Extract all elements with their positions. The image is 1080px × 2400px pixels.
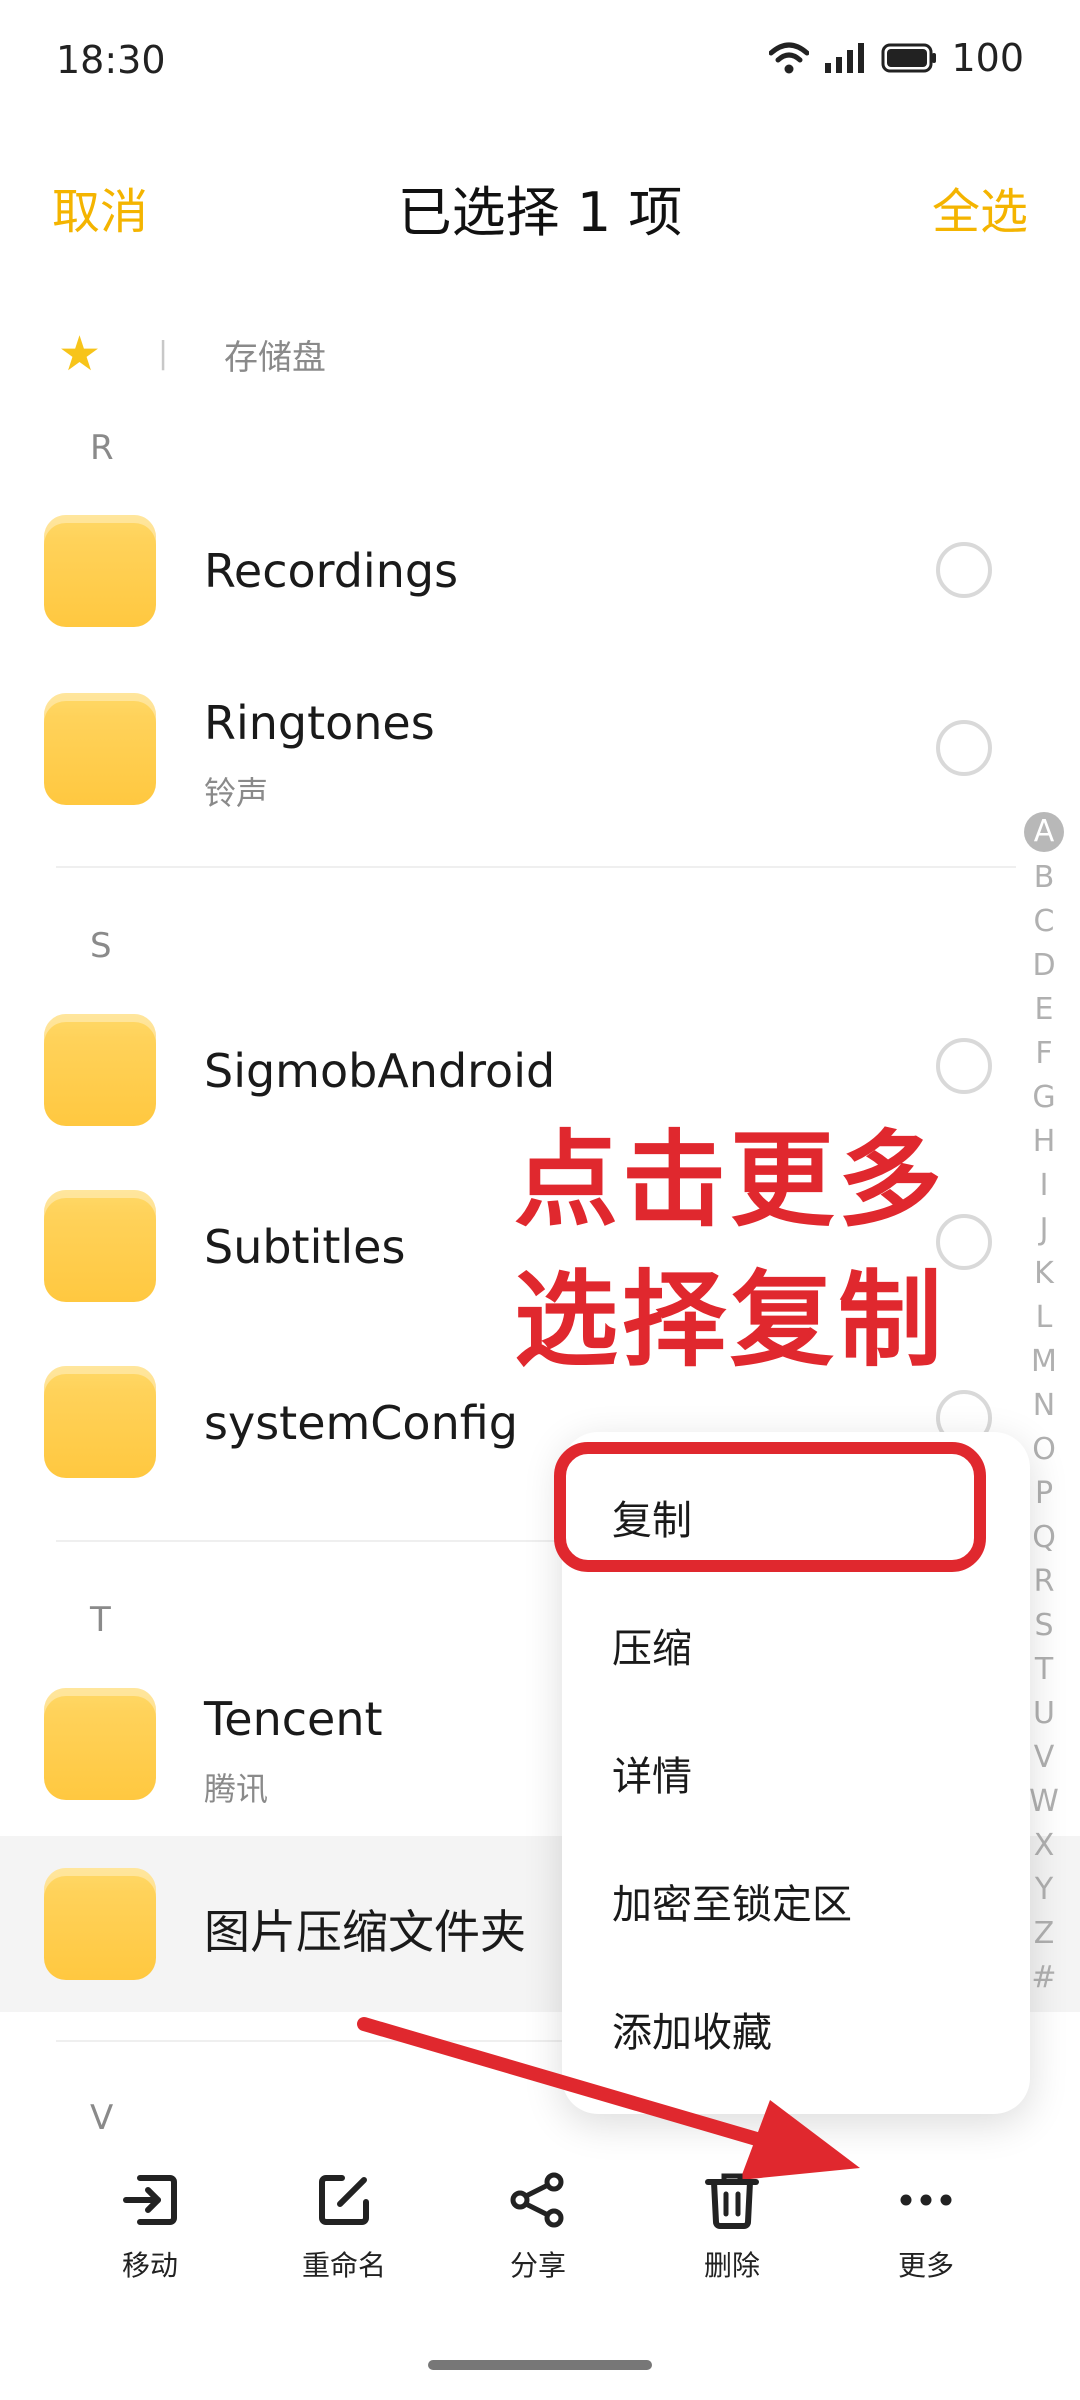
trash-icon [705, 2173, 759, 2229]
move-label: 移动 [121, 2249, 178, 2282]
index-letter[interactable]: I [1024, 1164, 1064, 1208]
index-letter[interactable]: H [1024, 1120, 1064, 1164]
index-letter[interactable]: C [1024, 900, 1064, 944]
index-letter[interactable]: T [1024, 1648, 1064, 1692]
item-name: SigmobAndroid [204, 1044, 556, 1098]
list-item[interactable]: Recordings [0, 488, 1000, 658]
index-letter[interactable]: K [1024, 1252, 1064, 1296]
index-letter[interactable]: P [1024, 1472, 1064, 1516]
index-letter[interactable]: S [1024, 1604, 1064, 1648]
section-header-v: V [90, 2098, 114, 2138]
index-letter[interactable]: O [1024, 1428, 1064, 1472]
index-letter[interactable]: G [1024, 1076, 1064, 1120]
rename-label: 重命名 [301, 2249, 386, 2282]
annotation-line-2: 选择复制 [514, 1259, 947, 1381]
rename-button[interactable]: 重命名 [264, 2168, 424, 2284]
status-icons: 100 [769, 36, 1024, 80]
index-letter[interactable]: U [1024, 1692, 1064, 1736]
delete-label: 删除 [703, 2249, 760, 2282]
more-label: 更多 [897, 2249, 954, 2282]
edit-icon [319, 2175, 369, 2225]
index-letter[interactable]: Q [1024, 1516, 1064, 1560]
breadcrumb-storage[interactable]: 存储盘 [224, 330, 326, 379]
index-letter[interactable]: V [1024, 1736, 1064, 1780]
select-radio[interactable] [936, 542, 992, 598]
bottom-toolbar: 移动 重命名 分享 删除 更多 [0, 2168, 1080, 2318]
page-title: 已选择 1 项 [397, 181, 683, 244]
battery-icon [881, 43, 937, 73]
select-radio[interactable] [936, 1038, 992, 1094]
annotation-line-1: 点击更多 [514, 1119, 947, 1241]
section-header-r: R [90, 428, 114, 468]
index-letter[interactable]: A [1024, 812, 1064, 852]
item-name: Subtitles [204, 1220, 406, 1274]
index-letter[interactable]: B [1024, 856, 1064, 900]
index-letter[interactable]: # [1024, 1956, 1064, 2000]
select-radio[interactable] [936, 720, 992, 776]
more-button[interactable]: 更多 [846, 2168, 1006, 2284]
item-name: Tencent [204, 1692, 383, 1746]
index-letter[interactable]: M [1024, 1340, 1064, 1384]
delete-button[interactable]: 删除 [652, 2168, 812, 2284]
menu-item-details[interactable]: 详情 [612, 1744, 692, 1802]
index-letter[interactable]: N [1024, 1384, 1064, 1428]
annotation-text: 点击更多 选择复制 [514, 1110, 946, 1390]
move-icon [123, 2175, 177, 2225]
move-button[interactable]: 移动 [70, 2168, 230, 2284]
menu-item-encrypt-lock[interactable]: 加密至锁定区 [612, 1872, 852, 1930]
folder-icon [44, 1868, 156, 1980]
battery-level: 100 [951, 36, 1024, 80]
item-name: Recordings [204, 544, 459, 598]
share-button[interactable]: 分享 [458, 2168, 618, 2284]
item-name: systemConfig [204, 1396, 518, 1450]
divider [56, 866, 1016, 868]
index-letter[interactable]: F [1024, 1032, 1064, 1076]
index-letter[interactable]: W [1024, 1780, 1064, 1824]
item-subtitle: 铃声 [204, 774, 269, 812]
index-letter[interactable]: X [1024, 1824, 1064, 1868]
section-header-s: S [90, 926, 112, 966]
select-all-button[interactable]: 全选 [932, 172, 1028, 242]
index-letter[interactable]: L [1024, 1296, 1064, 1340]
annotation-arrow-icon [357, 2017, 860, 2180]
folder-icon [44, 515, 156, 627]
folder-icon [44, 1688, 156, 1800]
folder-icon [44, 1014, 156, 1126]
signal-icon [825, 43, 865, 73]
annotation-highlight-box [554, 1442, 986, 1572]
section-header-t: T [90, 1600, 111, 1640]
home-indicator[interactable] [428, 2360, 652, 2370]
wifi-icon [769, 42, 810, 74]
folder-icon [44, 693, 156, 805]
folder-icon [44, 1190, 156, 1302]
folder-icon [44, 1366, 156, 1478]
favorites-star-icon[interactable]: ★ [58, 326, 101, 382]
index-letter[interactable]: Z [1024, 1912, 1064, 1956]
alphabet-index[interactable]: A B C D E F G H I J K L M N O P Q R S T U V W X Y Z # [1024, 812, 1064, 2000]
status-time: 18:30 [56, 38, 166, 82]
menu-item-compress[interactable]: 压缩 [612, 1616, 692, 1674]
index-letter[interactable]: R [1024, 1560, 1064, 1604]
index-letter[interactable]: D [1024, 944, 1064, 988]
index-letter[interactable]: Y [1024, 1868, 1064, 1912]
item-subtitle: 腾讯 [204, 1770, 269, 1808]
index-letter[interactable]: E [1024, 988, 1064, 1032]
share-label: 分享 [509, 2249, 566, 2282]
index-letter[interactable]: J [1024, 1208, 1064, 1252]
more-dots-icon [900, 2194, 952, 2206]
breadcrumb-separator: | [158, 336, 169, 371]
item-name: 图片压缩文件夹 [204, 1905, 526, 1959]
list-item[interactable]: Ringtones 铃声 [0, 666, 1000, 836]
share-icon [510, 2172, 564, 2228]
item-name: Ringtones [204, 696, 435, 750]
